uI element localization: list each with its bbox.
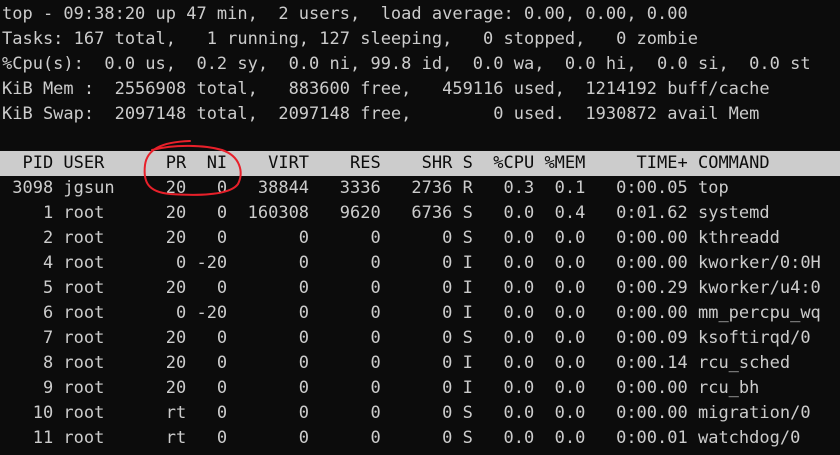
process-row: 5 root 20 0 0 0 0 I 0.0 0.0 0:00.29 kwor… (2, 278, 821, 298)
process-row: 8 root 20 0 0 0 0 I 0.0 0.0 0:00.14 rcu_… (2, 353, 791, 373)
cpu-line: %Cpu(s): 0.0 us, 0.2 sy, 0.0 ni, 99.8 id… (2, 54, 811, 74)
swap-line: KiB Swap: 2097148 total, 2097148 free, 0… (2, 104, 760, 124)
process-row: 4 root 0 -20 0 0 0 I 0.0 0.0 0:00.00 kwo… (2, 253, 821, 273)
process-row: 2 root 20 0 0 0 0 S 0.0 0.0 0:00.00 kthr… (2, 228, 780, 248)
process-row: 7 root 20 0 0 0 0 S 0.0 0.0 0:00.09 ksof… (2, 328, 811, 348)
tasks-line: Tasks: 167 total, 1 running, 127 sleepin… (2, 29, 698, 49)
process-row: 10 root rt 0 0 0 0 S 0.0 0.0 0:00.00 mig… (2, 403, 811, 423)
column-headers: PID USER PR NI VIRT RES SHR S %CPU %MEM … (2, 153, 770, 173)
uptime-line: top - 09:38:20 up 47 min, 2 users, load … (2, 4, 688, 24)
terminal-window[interactable]: top - 09:38:20 up 47 min, 2 users, load … (0, 0, 840, 455)
process-table-header: PID USER PR NI VIRT RES SHR S %CPU %MEM … (0, 151, 840, 176)
process-row: 3098 jgsun 20 0 38844 3336 2736 R 0.3 0.… (2, 178, 729, 198)
process-row: 1 root 20 0 160308 9620 6736 S 0.0 0.4 0… (2, 203, 770, 223)
process-row: 9 root 20 0 0 0 0 I 0.0 0.0 0:00.00 rcu_… (2, 378, 760, 398)
mem-line: KiB Mem : 2556908 total, 883600 free, 45… (2, 79, 770, 99)
process-row: 6 root 0 -20 0 0 0 I 0.0 0.0 0:00.00 mm_… (2, 303, 821, 323)
process-row: 11 root rt 0 0 0 0 S 0.0 0.0 0:00.01 wat… (2, 428, 801, 448)
